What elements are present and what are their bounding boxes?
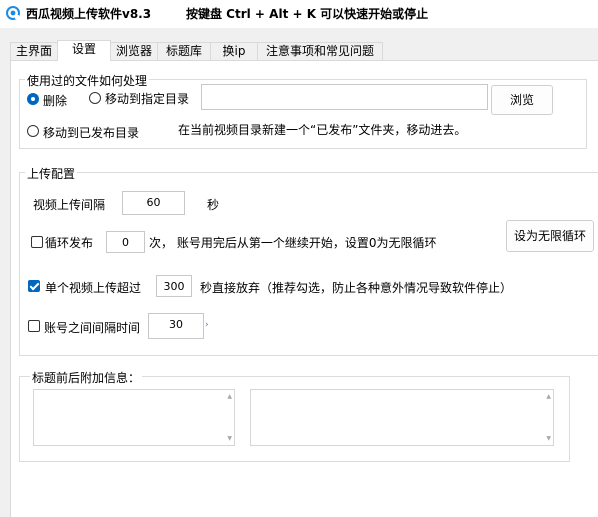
scroll-up-arrow-icon[interactable]: ▲ <box>227 393 232 400</box>
tab-main[interactable]: 主界面 <box>10 42 58 60</box>
scroll-down-arrow-icon[interactable]: ▼ <box>546 435 551 442</box>
app-title: 西瓜视频上传软件v8.3 <box>26 7 152 21</box>
target-dir-input[interactable] <box>201 84 488 110</box>
loop-publish-checkbox[interactable] <box>31 236 43 248</box>
title-affix-group-title: 标题前后附加信息： <box>30 369 143 386</box>
upload-interval-input[interactable]: 60 <box>122 191 185 215</box>
title-suffix-textarea[interactable]: ▲ ▼ <box>250 389 554 446</box>
scroll-up-arrow-icon[interactable]: ▲ <box>546 393 551 400</box>
loop-count-input[interactable]: 0 <box>106 231 145 253</box>
radio-move-to-dir[interactable] <box>89 92 101 104</box>
loop-publish-label[interactable]: 循环发布 <box>45 234 93 251</box>
set-infinite-loop-button[interactable]: 设为无限循环 <box>506 220 594 252</box>
scroll-down-arrow-icon[interactable]: ▼ <box>227 435 232 442</box>
title-prefix-textarea[interactable]: ▲ ▼ <box>33 389 235 446</box>
upload-interval-unit: 秒 <box>207 198 220 212</box>
published-folder-note: 在当前视频目录新建一个“已发布”文件夹，移动进去。 <box>178 123 467 137</box>
radio-move-published-label[interactable]: 移动到已发布目录 <box>43 124 139 141</box>
browse-button[interactable]: 浏览 <box>491 85 553 115</box>
tab-browser[interactable]: 浏览器 <box>110 42 158 60</box>
tab-title-library[interactable]: 标题库 <box>157 42 211 60</box>
radio-delete[interactable] <box>27 93 39 105</box>
tab-faq[interactable]: 注意事项和常见问题 <box>257 42 383 60</box>
upload-config-group-title: 上传配置 <box>25 165 78 182</box>
upload-timeout-label[interactable]: 单个视频上传超过 <box>45 279 141 296</box>
account-interval-checkbox[interactable] <box>28 320 40 332</box>
upload-interval-label: 视频上传间隔 <box>33 198 106 212</box>
tab-change-ip[interactable]: 换ip <box>210 42 258 60</box>
hotkey-tip: 按键盘 Ctrl + Alt + K 可以快速开始或停止 <box>186 7 429 21</box>
upload-timeout-input[interactable]: 300 <box>156 275 192 297</box>
app-logo-icon <box>6 6 20 20</box>
account-interval-input[interactable]: 30 <box>148 313 204 339</box>
title-bar: 西瓜视频上传软件v8.3 按键盘 Ctrl + Alt + K 可以快速开始或停… <box>0 0 598 28</box>
upload-timeout-suffix: 秒直接放弃（推荐勾选，防止各种意外情况导致软件停止） <box>200 281 513 295</box>
chevron-right-icon[interactable]: › <box>205 320 209 330</box>
loop-count-suffix: 次， 账号用完后从第一个继续开始，设置0为无限循环 <box>149 236 437 250</box>
radio-move-to-dir-label[interactable]: 移动到指定目录 <box>105 90 189 107</box>
file-handling-group-title: 使用过的文件如何处理 <box>25 72 150 89</box>
upload-timeout-checkbox[interactable] <box>28 280 40 292</box>
tab-settings[interactable]: 设置 <box>57 40 111 61</box>
radio-delete-label[interactable]: 删除 <box>43 92 67 109</box>
radio-move-published[interactable] <box>27 125 39 137</box>
account-interval-label[interactable]: 账号之间间隔时间 <box>44 319 140 336</box>
